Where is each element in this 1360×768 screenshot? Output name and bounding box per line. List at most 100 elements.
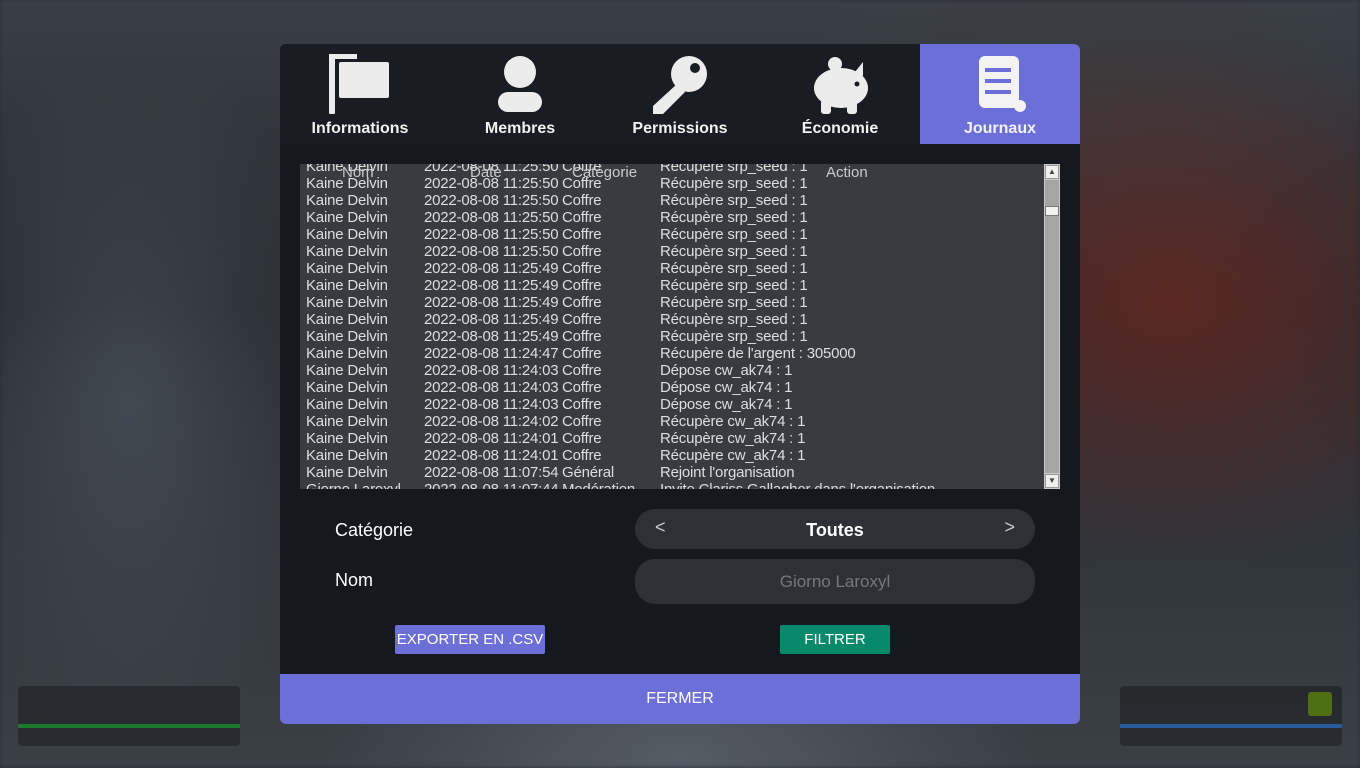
log-name-cell: Kaine Delvin — [306, 294, 388, 311]
log-category-cell: Coffre — [562, 447, 602, 464]
log-date-cell: 2022-08-08 11:24:02 — [424, 413, 559, 430]
log-category-cell: Coffre — [562, 260, 602, 277]
log-name-cell: Kaine Delvin — [306, 379, 388, 396]
name-filter-label: Nom — [335, 570, 374, 590]
scroll-icon — [965, 52, 1035, 116]
log-action-cell: Récupère srp_seed : 1 — [660, 277, 808, 294]
filter-button[interactable]: FILTRER — [780, 625, 890, 654]
log-list[interactable]: Nom Date Catégorie Action Kaine Delvin 20… — [300, 164, 1060, 489]
log-date-cell: 2022-08-08 11:25:50 — [424, 192, 559, 209]
category-next-button[interactable]: > — [1004, 517, 1015, 538]
category-value: Toutes — [806, 520, 864, 540]
log-name-cell: Kaine Delvin — [306, 260, 388, 277]
tab-label: Journaux — [963, 120, 1036, 137]
log-row: Kaine Delvin 2022-08-08 11:25:50 Coffre Réc… — [300, 243, 1044, 260]
hud-player-card — [18, 686, 240, 746]
header-category: Catégorie — [572, 164, 638, 181]
log-row: Giorno Laroxyl 2022-08-08 11:07:44Modérat… — [300, 481, 1044, 489]
tab-economie[interactable]: Économie — [760, 44, 920, 144]
log-action-cell: Récupère de l'argent : 305000 — [660, 345, 856, 362]
header-date: Date — [470, 164, 502, 181]
tab-journaux[interactable]: Journaux — [920, 44, 1080, 144]
log-row: Kaine Delvin 2022-08-08 11:24:03 Coffre Dép… — [300, 379, 1044, 396]
log-action-cell: Dépose cw_ak74 : 1 — [660, 362, 793, 379]
hud-money-icon — [1308, 692, 1332, 716]
log-action-cell: Récupère srp_seed : 1 — [660, 226, 808, 243]
scroll-thumb[interactable] — [1045, 206, 1059, 216]
log-action-cell: Récupère srp_seed : 1 — [660, 294, 808, 311]
header-action: Action — [826, 164, 868, 181]
log-category-cell: Coffre — [562, 328, 602, 345]
scroll-up-button[interactable]: ▲ — [1045, 165, 1059, 179]
user-icon — [485, 52, 555, 116]
scroll-track[interactable] — [1045, 180, 1059, 473]
log-action-cell: Récupère cw_ak74 : 1 — [660, 447, 806, 464]
tab-label: Informations — [311, 120, 409, 137]
log-action-cell: Dépose cw_ak74 : 1 — [660, 396, 793, 413]
log-name-cell: Kaine Delvin — [306, 243, 388, 260]
name-filter-field — [635, 559, 1035, 604]
category-filter-label: Catégorie — [335, 520, 414, 540]
log-name-cell: Kaine Delvin — [306, 311, 388, 328]
log-name-cell: Kaine Delvin — [306, 464, 388, 481]
export-csv-button[interactable]: EXPORTER EN .CSV — [395, 625, 545, 654]
log-category-cell: Coffre — [562, 379, 602, 396]
log-name-cell: Kaine Delvin — [306, 226, 388, 243]
log-date-cell: 2022-08-08 11:24:03 — [424, 379, 559, 396]
log-action-cell: Récupère srp_seed : 1 — [660, 311, 808, 328]
log-date-cell: 2022-08-08 11:24:03 — [424, 396, 559, 413]
log-row: Kaine Delvin 2022-08-08 11:24:02 Coffre Réc… — [300, 413, 1044, 430]
log-date-cell: 2022-08-08 11:24:03 — [424, 362, 559, 379]
log-action-cell: Récupère srp_seed : 1 — [660, 328, 808, 345]
log-scrollbar[interactable]: ▲ ▼ — [1044, 164, 1060, 489]
log-name-cell: Kaine Delvin — [306, 413, 388, 430]
close-button[interactable]: FERMER — [280, 674, 1080, 724]
log-action-cell: Récupère srp_seed : 1 — [660, 209, 808, 226]
log-row: Kaine Delvin 2022-08-08 11:25:49 Coffre Réc… — [300, 294, 1044, 311]
log-category-cell: Coffre — [562, 243, 602, 260]
log-category-cell: Coffre — [562, 413, 602, 430]
log-date-cell: 2022-08-08 11:25:50 — [424, 209, 559, 226]
log-row: Kaine Delvin 2022-08-08 11:07:54 Général Re… — [300, 464, 1044, 481]
log-name-cell: Giorno Laroxyl — [306, 481, 401, 489]
log-date-cell: 2022-08-08 11:24:01 — [424, 430, 559, 447]
log-action-cell: Récupère srp_seed : 1 — [660, 260, 808, 277]
hud-status-bar — [1120, 724, 1342, 728]
name-filter-input[interactable] — [635, 559, 1035, 604]
log-date-cell: 2022-08-08 11:25:49 — [424, 328, 559, 345]
log-action-cell: Rejoint l'organisation — [660, 464, 795, 481]
log-category-cell: Coffre — [562, 226, 602, 243]
log-category-cell: Coffre — [562, 345, 602, 362]
log-header: Nom Date Catégorie Action — [300, 164, 1044, 181]
log-name-cell: Kaine Delvin — [306, 277, 388, 294]
log-category-cell: Coffre — [562, 294, 602, 311]
log-date-cell: 2022-08-08 11:24:47 — [424, 345, 559, 362]
log-row: Kaine Delvin 2022-08-08 11:24:01 Coffre Réc… — [300, 447, 1044, 464]
piggy-bank-icon — [805, 52, 875, 116]
hud-money-card — [1120, 686, 1342, 746]
log-name-cell: Kaine Delvin — [306, 430, 388, 447]
tab-informations[interactable]: Informations — [280, 44, 440, 144]
tab-membres[interactable]: Membres — [440, 44, 600, 144]
log-category-cell: Coffre — [562, 396, 602, 413]
log-date-cell: 2022-08-08 11:07:44 — [424, 481, 559, 489]
log-category-cell: Modération — [562, 481, 635, 489]
log-row: Kaine Delvin 2022-08-08 11:25:50 Coffre Réc… — [300, 192, 1044, 209]
log-row: Kaine Delvin 2022-08-08 11:24:03 Coffre Dép… — [300, 362, 1044, 379]
log-action-cell: Récupère cw_ak74 : 1 — [660, 430, 806, 447]
log-name-cell: Kaine Delvin — [306, 209, 388, 226]
log-date-cell: 2022-08-08 11:25:49 — [424, 277, 559, 294]
log-action-cell: Invite Clariss Gallagher dans l'organisa… — [660, 481, 935, 489]
log-name-cell: Kaine Delvin — [306, 447, 388, 464]
tab-permissions[interactable]: Permissions — [600, 44, 760, 144]
log-category-cell: Coffre — [562, 277, 602, 294]
scroll-down-button[interactable]: ▼ — [1045, 474, 1059, 488]
log-row: Kaine Delvin 2022-08-08 11:24:03 Coffre Dép… — [300, 396, 1044, 413]
tab-label: Économie — [801, 120, 879, 137]
log-date-cell: 2022-08-08 11:24:01 — [424, 447, 559, 464]
log-category-cell: Coffre — [562, 362, 602, 379]
log-row: Kaine Delvin 2022-08-08 11:25:49 Coffre Réc… — [300, 328, 1044, 345]
log-rows: Kaine Delvin 2022-08-08 11:25:50 Coffre Réc… — [300, 164, 1044, 489]
key-icon — [645, 52, 715, 116]
log-action-cell: Récupère cw_ak74 : 1 — [660, 413, 806, 430]
